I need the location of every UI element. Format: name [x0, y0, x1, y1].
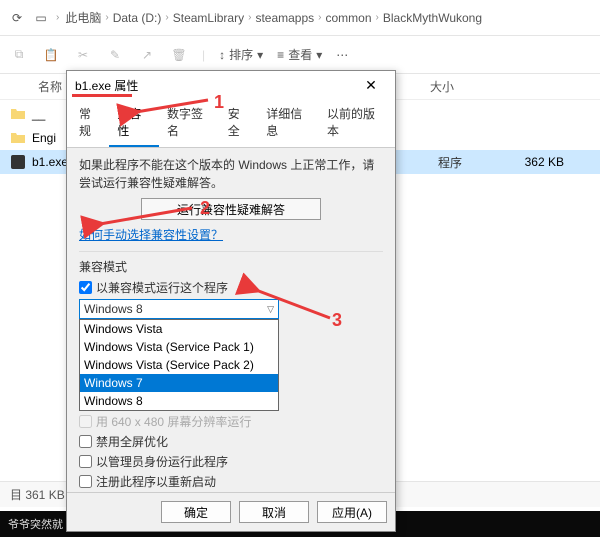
- chevron-right-icon: ›: [56, 12, 59, 23]
- group-title: 兼容模式: [79, 258, 383, 275]
- run-admin-checkbox[interactable]: 以管理员身份运行此程序: [79, 453, 383, 470]
- troubleshoot-button[interactable]: 运行兼容性疑难解答: [141, 198, 321, 220]
- view-button[interactable]: ≡ 查看 ▾: [277, 46, 322, 63]
- register-restart-checkbox[interactable]: 注册此程序以重新启动: [79, 473, 383, 490]
- res640-checkbox: 用 640 x 480 屏幕分辨率运行: [79, 413, 383, 430]
- delete-icon: 🗑: [170, 46, 188, 64]
- folder-icon: [10, 130, 26, 146]
- tab-security[interactable]: 安全: [220, 99, 258, 147]
- select-display[interactable]: Windows 8▽: [79, 299, 279, 319]
- select-dropdown: Windows Vista Windows Vista (Service Pac…: [79, 319, 279, 411]
- dialog-title: b1.exe 属性: [75, 77, 355, 94]
- tab-general[interactable]: 常规: [71, 99, 109, 147]
- dialog-buttons: 确定 取消 应用(A): [67, 492, 395, 531]
- tab-previous[interactable]: 以前的版本: [319, 99, 391, 147]
- header-size[interactable]: 大小: [430, 78, 590, 95]
- refresh-icon[interactable]: ⟳: [8, 9, 26, 27]
- compat-os-select[interactable]: Windows 8▽ Windows Vista Windows Vista (…: [79, 299, 279, 319]
- cut-icon: ✂: [74, 46, 92, 64]
- manual-settings-link[interactable]: 如何手动选择兼容性设置？: [79, 226, 223, 243]
- share-icon: ↗: [138, 46, 156, 64]
- properties-dialog: b1.exe 属性 ✕ 常规 兼容性 数字签名 安全 详细信息 以前的版本 如果…: [66, 70, 396, 532]
- tab-compatibility[interactable]: 兼容性: [109, 99, 159, 147]
- more-icon[interactable]: ⋯: [336, 48, 348, 62]
- chevron-down-icon: ▽: [267, 304, 274, 315]
- option-vista[interactable]: Windows Vista: [80, 320, 278, 338]
- option-vista-sp1[interactable]: Windows Vista (Service Pack 1): [80, 338, 278, 356]
- sort-button[interactable]: ↕ 排序 ▾: [219, 46, 263, 63]
- rename-icon: ✎: [106, 46, 124, 64]
- disable-fullscreen-checkbox[interactable]: 禁用全屏优化: [79, 433, 383, 450]
- compat-checkbox-input[interactable]: [79, 281, 92, 294]
- close-icon[interactable]: ✕: [355, 73, 387, 97]
- copy-icon: ⧉: [10, 46, 28, 64]
- option-win7[interactable]: Windows 7: [80, 374, 278, 392]
- compat-mode-checkbox[interactable]: 以兼容模式运行这个程序: [79, 279, 383, 296]
- dialog-body: 如果此程序不能在这个版本的 Windows 上正常工作，请尝试运行兼容性疑难解答…: [67, 148, 395, 492]
- compat-mode-group: 兼容模式 以兼容模式运行这个程序 Windows 8▽ Windows Vist…: [79, 251, 383, 319]
- tab-signatures[interactable]: 数字签名: [159, 99, 220, 147]
- ok-button[interactable]: 确定: [161, 501, 231, 523]
- monitor-icon[interactable]: ▭: [32, 9, 50, 27]
- intro-text: 如果此程序不能在这个版本的 Windows 上正常工作，请尝试运行兼容性疑难解答…: [79, 156, 383, 192]
- explorer-toolbar: ⧉ 📋 ✂ ✎ ↗ 🗑 | ↕ 排序 ▾ ≡ 查看 ▾ ⋯: [0, 36, 600, 74]
- address-bar: ⟳ ▭ › 此电脑› Data (D:)› SteamLibrary› stea…: [0, 0, 600, 36]
- cancel-button[interactable]: 取消: [239, 501, 309, 523]
- dialog-tabs: 常规 兼容性 数字签名 安全 详细信息 以前的版本: [67, 99, 395, 148]
- tab-details[interactable]: 详细信息: [258, 99, 319, 147]
- apply-button[interactable]: 应用(A): [317, 501, 387, 523]
- option-win8[interactable]: Windows 8: [80, 392, 278, 410]
- folder-icon: [10, 106, 26, 122]
- breadcrumb[interactable]: 此电脑› Data (D:)› SteamLibrary› steamapps›…: [65, 9, 592, 26]
- exe-icon: [10, 154, 26, 170]
- dialog-titlebar: b1.exe 属性 ✕: [67, 71, 395, 99]
- option-vista-sp2[interactable]: Windows Vista (Service Pack 2): [80, 356, 278, 374]
- paste-icon[interactable]: 📋: [42, 46, 60, 64]
